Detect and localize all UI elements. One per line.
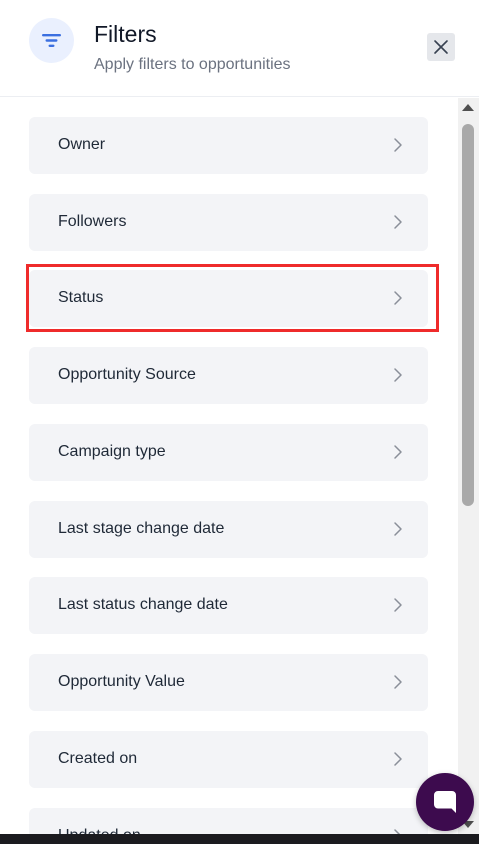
filter-item-label: Opportunity Value (58, 673, 185, 690)
filter-icon (29, 18, 74, 63)
filter-item-label: Followers (58, 213, 127, 230)
chevron-right-icon (394, 215, 402, 229)
bottom-edge-bar (0, 834, 479, 844)
filter-item-label: Created on (58, 750, 138, 767)
panel-header: Filters Apply filters to opportunities (0, 0, 479, 97)
filters-panel: Filters Apply filters to opportunities O… (0, 0, 479, 844)
chevron-right-icon (394, 522, 402, 536)
filter-item-label: Last stage change date (58, 520, 225, 537)
filter-item-updated-on[interactable]: Updated on (29, 808, 428, 834)
scroll-up-arrow-icon[interactable] (462, 104, 474, 111)
chevron-right-icon (394, 368, 402, 382)
chevron-right-icon (394, 598, 402, 612)
close-icon (434, 40, 448, 54)
scrollbar-thumb[interactable] (462, 124, 474, 506)
vertical-scrollbar[interactable] (458, 98, 479, 834)
filter-item-owner[interactable]: Owner (29, 117, 428, 174)
filter-item-opportunity-value[interactable]: Opportunity Value (29, 654, 428, 711)
panel-subtitle: Apply filters to opportunities (94, 56, 291, 73)
panel-title: Filters (94, 21, 157, 47)
chevron-right-icon (394, 675, 402, 689)
filter-item-campaign-type[interactable]: Campaign type (29, 424, 428, 481)
filter-item-status[interactable]: Status (29, 270, 428, 327)
chevron-right-icon (394, 138, 402, 152)
chevron-right-icon (394, 291, 402, 305)
filter-item-last-stage-change-date[interactable]: Last stage change date (29, 501, 428, 558)
chevron-right-icon (394, 445, 402, 459)
filter-item-label: Campaign type (58, 443, 166, 460)
filter-item-label: Status (58, 289, 104, 306)
chat-bubble-icon (434, 791, 456, 813)
filter-item-last-status-change-date[interactable]: Last status change date (29, 577, 428, 634)
close-button[interactable] (427, 33, 455, 61)
filter-item-label: Owner (58, 136, 106, 153)
filter-item-label: Opportunity Source (58, 366, 196, 383)
filter-item-created-on[interactable]: Created on (29, 731, 428, 788)
filter-item-label: Updated on (58, 826, 141, 834)
filter-item-label: Last status change date (58, 596, 228, 613)
filter-item-opportunity-source[interactable]: Opportunity Source (29, 347, 428, 404)
chevron-right-icon (394, 752, 402, 766)
filter-item-followers[interactable]: Followers (29, 194, 428, 251)
chat-widget-button[interactable] (416, 773, 474, 831)
filter-list: Owner Followers Status Opportunity Sourc… (0, 98, 458, 834)
